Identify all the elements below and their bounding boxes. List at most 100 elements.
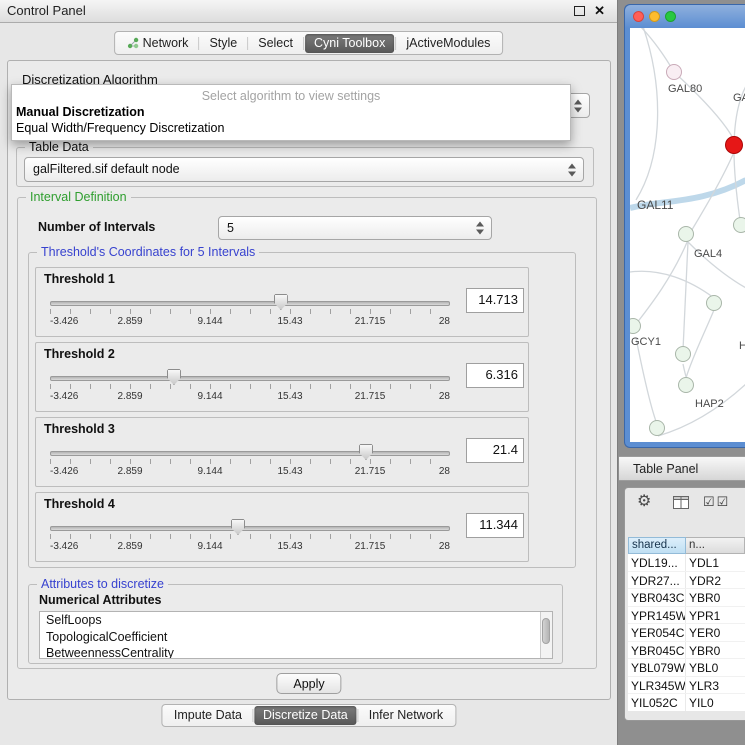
slider-track[interactable] bbox=[50, 376, 450, 381]
control-panel-tabbar: Network Style Select Cyni Toolbox jActiv… bbox=[114, 31, 504, 55]
threshold-1-slider[interactable]: -3.426 2.859 9.144 15.43 21.715 28 bbox=[50, 290, 450, 330]
table-row[interactable]: YDL19...YDL1 bbox=[628, 554, 745, 572]
threshold-value-field[interactable]: 21.4 bbox=[466, 438, 524, 463]
close-icon[interactable]: ✕ bbox=[594, 3, 605, 19]
table-data-title: Table Data bbox=[25, 140, 93, 154]
table-body: YDL19...YDL1 YDR27...YDR2 YBR043CYBR0 YP… bbox=[628, 554, 745, 711]
list-item[interactable]: TopologicalCoefficient bbox=[40, 629, 552, 646]
network-canvas[interactable]: GAL80 GA GAL11 GAL4 GCY1 H HAP2 bbox=[630, 28, 745, 442]
table-row[interactable]: YIL052CYIL0 bbox=[628, 694, 745, 711]
cyni-toolbox-panel: Discretization Algorithm Select algorith… bbox=[7, 60, 611, 700]
slider-thumb[interactable] bbox=[231, 519, 245, 535]
tab-select[interactable]: Select bbox=[249, 34, 302, 53]
combo-arrows-icon bbox=[568, 163, 577, 176]
slider-track[interactable] bbox=[50, 301, 450, 306]
network-node-label: GAL11 bbox=[637, 198, 673, 212]
tab-discretize-data[interactable]: Discretize Data bbox=[254, 706, 357, 725]
threshold-value-field[interactable]: 11.344 bbox=[466, 513, 524, 538]
threshold-3-slider[interactable]: -3.426 2.859 9.144 15.43 21.715 28 bbox=[50, 440, 450, 480]
scale-label: 21.715 bbox=[355, 541, 386, 552]
scale-label: -3.426 bbox=[50, 541, 78, 552]
apply-button[interactable]: Apply bbox=[276, 673, 341, 694]
combo-arrows-icon bbox=[476, 222, 485, 235]
thresholds-group-title: Threshold's Coordinates for 5 Intervals bbox=[37, 245, 259, 259]
scale-label: 9.144 bbox=[197, 316, 222, 327]
tab-separator bbox=[247, 37, 248, 50]
tab-impute-data[interactable]: Impute Data bbox=[165, 706, 251, 725]
scale-label: 21.715 bbox=[355, 316, 386, 327]
number-of-intervals-value: 5 bbox=[227, 221, 234, 235]
column-header-name[interactable]: n... bbox=[686, 537, 745, 554]
scrollbar-thumb[interactable] bbox=[542, 618, 550, 644]
network-node[interactable] bbox=[678, 226, 694, 242]
table-panel-header: Table Panel bbox=[619, 456, 745, 481]
table-row[interactable]: YER054CYER0 bbox=[628, 624, 745, 642]
table-columns-icon[interactable] bbox=[673, 496, 689, 514]
slider-scale: -3.426 2.859 9.144 15.43 21.715 28 bbox=[50, 391, 450, 402]
network-node-label: GAL4 bbox=[694, 248, 722, 260]
tab-style[interactable]: Style bbox=[200, 34, 246, 53]
slider-thumb[interactable] bbox=[167, 369, 181, 385]
network-node[interactable] bbox=[733, 217, 745, 233]
control-panel-window: Control Panel ✕ Network Style Select Cyn… bbox=[0, 0, 618, 745]
tab-jactivemodules[interactable]: jActiveModules bbox=[397, 34, 499, 53]
list-scrollbar[interactable] bbox=[540, 612, 552, 658]
list-item[interactable]: SelfLoops bbox=[40, 612, 552, 629]
table-data-group: Table Data galFiltered.sif default node bbox=[16, 147, 594, 187]
scale-label: 15.43 bbox=[277, 391, 302, 402]
algorithm-option-manual[interactable]: Manual Discretization bbox=[12, 104, 570, 120]
tab-network[interactable]: Network bbox=[118, 34, 198, 53]
tab-label: Network bbox=[143, 37, 189, 50]
threshold-label: Threshold 2 bbox=[44, 347, 115, 361]
slider-scale: -3.426 2.859 9.144 15.43 21.715 28 bbox=[50, 541, 450, 552]
network-node[interactable] bbox=[666, 64, 682, 80]
algorithm-option-equal-width[interactable]: Equal Width/Frequency Discretization bbox=[12, 120, 570, 136]
network-node-label: GCY1 bbox=[631, 336, 661, 348]
scale-label: 15.43 bbox=[277, 466, 302, 477]
slider-track[interactable] bbox=[50, 451, 450, 456]
network-node-label: H bbox=[739, 340, 745, 352]
gear-icon[interactable]: ⚙ bbox=[637, 493, 651, 511]
threshold-2-slider[interactable]: -3.426 2.859 9.144 15.43 21.715 28 bbox=[50, 365, 450, 405]
table-row[interactable]: YBL079WYBL0 bbox=[628, 659, 745, 677]
scale-label: 15.43 bbox=[277, 316, 302, 327]
network-node[interactable] bbox=[678, 377, 694, 393]
network-node[interactable] bbox=[649, 420, 665, 436]
table-row[interactable]: YBR043CYBR0 bbox=[628, 589, 745, 607]
threshold-value-field[interactable]: 14.713 bbox=[466, 288, 524, 313]
tab-separator bbox=[252, 709, 253, 722]
minimize-traffic-light[interactable] bbox=[649, 11, 660, 22]
control-panel-titlebar: Control Panel ✕ bbox=[0, 0, 617, 23]
cyni-bottom-tabbar: Impute Data Discretize Data Infer Networ… bbox=[161, 704, 456, 727]
list-item[interactable]: BetweennessCentrality bbox=[40, 645, 552, 659]
network-node-label: GA bbox=[733, 92, 745, 104]
network-node-selected[interactable] bbox=[725, 136, 743, 154]
slider-thumb[interactable] bbox=[274, 294, 288, 310]
table-row[interactable]: YDR27...YDR2 bbox=[628, 572, 745, 590]
zoom-traffic-light[interactable] bbox=[665, 11, 676, 22]
table-row[interactable]: YLR345WYLR3 bbox=[628, 677, 745, 695]
tab-infer-network[interactable]: Infer Network bbox=[360, 706, 452, 725]
slider-thumb[interactable] bbox=[359, 444, 373, 460]
threshold-4-slider[interactable]: -3.426 2.859 9.144 15.43 21.715 28 bbox=[50, 515, 450, 555]
number-of-intervals-combobox[interactable]: 5 bbox=[218, 216, 492, 240]
threshold-value-field[interactable]: 6.316 bbox=[466, 363, 524, 388]
table-row[interactable]: YBR045CYBR0 bbox=[628, 642, 745, 660]
network-node[interactable] bbox=[706, 295, 722, 311]
slider-track[interactable] bbox=[50, 526, 450, 531]
scale-label: -3.426 bbox=[50, 316, 78, 327]
scale-label: 28 bbox=[439, 466, 450, 477]
close-traffic-light[interactable] bbox=[633, 11, 644, 22]
attributes-group: Attributes to discretize Numerical Attri… bbox=[28, 584, 563, 664]
network-node[interactable] bbox=[675, 346, 691, 362]
table-data-combobox[interactable]: galFiltered.sif default node bbox=[24, 157, 584, 182]
scale-label: 21.715 bbox=[355, 391, 386, 402]
tab-cyni-toolbox[interactable]: Cyni Toolbox bbox=[305, 34, 394, 53]
column-header-shared-name[interactable]: shared... bbox=[628, 537, 686, 554]
scale-label: 15.43 bbox=[277, 541, 302, 552]
select-columns-icons[interactable]: ☑☑ bbox=[703, 494, 730, 510]
scale-label: 2.859 bbox=[117, 466, 142, 477]
table-row[interactable]: YPR145WYPR1 bbox=[628, 607, 745, 625]
algorithm-popup-hint: Select algorithm to view settings bbox=[12, 88, 570, 104]
float-window-icon[interactable] bbox=[574, 6, 585, 16]
